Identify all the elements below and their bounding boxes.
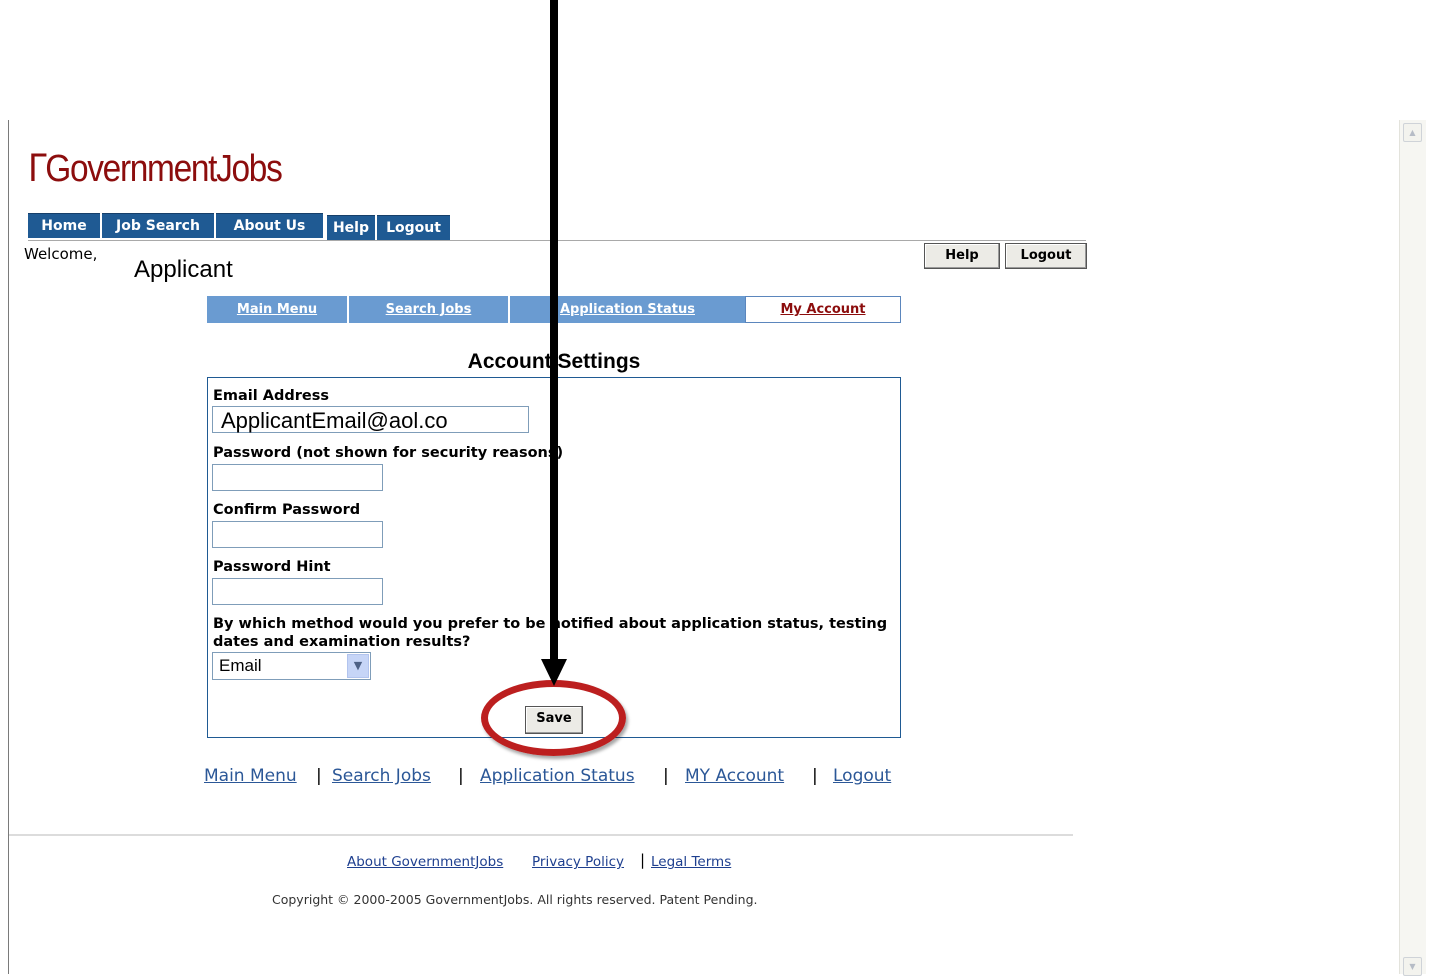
confirm-password-label: Confirm Password (213, 502, 361, 518)
sub-tab-my-account[interactable]: My Account (745, 296, 901, 323)
nav-tab-home[interactable]: Home (28, 213, 100, 238)
vertical-scrollbar[interactable] (1399, 120, 1426, 974)
link-separator: | (640, 851, 646, 869)
password-hint-label: Password Hint (213, 559, 331, 575)
sub-tab-main-menu[interactable]: Main Menu (207, 296, 347, 323)
password-label: Password (not shown for security reasons… (213, 445, 564, 461)
pointer-arrow (550, 0, 558, 662)
logout-button[interactable]: Logout (1005, 243, 1087, 269)
link-separator: | (316, 766, 322, 786)
copyright-text: Copyright © 2000-2005 GovernmentJobs. Al… (272, 892, 758, 907)
arrow-head-icon (541, 659, 567, 686)
footer-link-legal[interactable]: Legal Terms (651, 854, 731, 870)
confirm-password-field[interactable] (212, 521, 383, 548)
notify-method-value: Email (219, 656, 262, 675)
nav-tab-help[interactable]: Help (327, 215, 375, 240)
bottom-link-my-account[interactable]: MY Account (685, 766, 784, 786)
nav-tab-logout[interactable]: Logout (377, 215, 450, 240)
link-separator: | (812, 766, 818, 786)
footer-link-privacy[interactable]: Privacy Policy (532, 854, 624, 870)
nav-tab-about-us[interactable]: About Us (216, 213, 323, 238)
footer-divider (9, 834, 1073, 836)
footer-link-about[interactable]: About GovernmentJobs (347, 854, 503, 870)
user-name: Applicant (134, 256, 233, 283)
password-field[interactable] (212, 464, 383, 491)
bottom-link-main-menu[interactable]: Main Menu (204, 766, 297, 786)
site-logo[interactable]: ᒥGovernmentJobs (28, 146, 283, 191)
chevron-down-icon[interactable]: ▼ (347, 654, 369, 678)
help-button[interactable]: Help (924, 243, 1000, 269)
email-label: Email Address (213, 388, 330, 404)
logo-mark-icon: ᒥ (28, 148, 47, 190)
email-field-value: ApplicantEmail@aol.co (221, 408, 448, 433)
bottom-link-application-status[interactable]: Application Status (480, 766, 635, 786)
link-separator: | (663, 766, 669, 786)
scroll-down-icon[interactable]: ▼ (1403, 957, 1422, 976)
scroll-up-icon[interactable]: ▲ (1403, 123, 1422, 142)
nav-tab-job-search[interactable]: Job Search (102, 213, 214, 238)
sub-tab-search-jobs[interactable]: Search Jobs (349, 296, 508, 323)
sub-tab-application-status[interactable]: Application Status (510, 296, 745, 323)
bottom-link-search-jobs[interactable]: Search Jobs (332, 766, 431, 786)
bottom-link-logout[interactable]: Logout (833, 766, 891, 786)
link-separator: | (458, 766, 464, 786)
highlight-circle (481, 680, 626, 756)
welcome-label: Welcome, (24, 245, 98, 263)
window-border (8, 120, 9, 974)
password-hint-field[interactable] (212, 578, 383, 605)
